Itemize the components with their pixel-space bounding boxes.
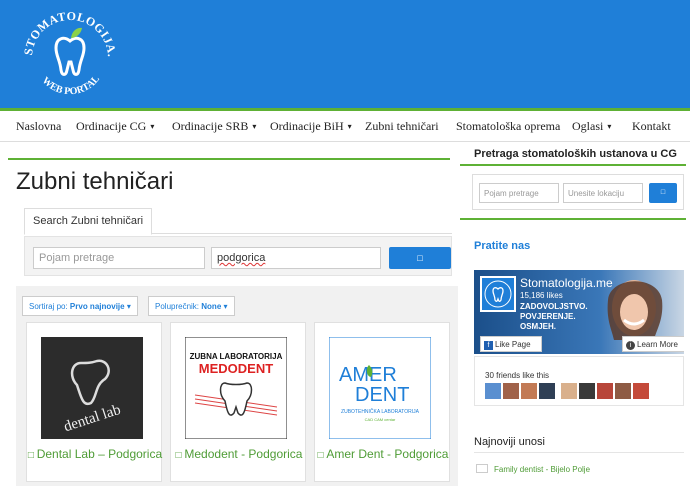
search-icon: □ <box>417 253 423 263</box>
divider <box>460 164 686 166</box>
site-header: STOMATOLOGIJA.ME WEB PORTAL <box>0 0 690 108</box>
chevron-down-icon: ▾ <box>223 302 228 311</box>
logo-ring-text: STOMATOLOGIJA.ME <box>18 8 119 58</box>
site-logo[interactable]: STOMATOLOGIJA.ME WEB PORTAL <box>18 8 122 102</box>
facebook-tagline: OSMJEH. <box>520 322 557 331</box>
svg-text:STOMATOLOGIJA.ME: STOMATOLOGIJA.ME <box>18 8 119 58</box>
svg-text:CAD CAM centar: CAD CAM centar <box>365 417 396 422</box>
nav-item-zubni-tehnicari[interactable]: Zubni tehničari <box>365 119 439 134</box>
tooth-icon <box>54 27 86 76</box>
chevron-down-icon: ▾ <box>150 122 155 131</box>
search-icon: □ <box>660 189 666 196</box>
friend-avatar[interactable] <box>539 383 555 399</box>
sidebar-search-input[interactable]: Pojam pretrage <box>479 183 559 203</box>
search-panel: Pojam pretrage podgorica □ <box>24 236 452 276</box>
chevron-down-icon: ▾ <box>252 122 257 131</box>
info-icon: i <box>626 341 635 350</box>
friend-avatar[interactable] <box>615 383 631 399</box>
card-title[interactable]: □ Medodent - Podgorica <box>171 447 307 463</box>
result-card[interactable]: dental lab □ Dental Lab – Podgorica <box>26 322 162 482</box>
nav-item-ordinacije-srb[interactable]: Ordinacije SRB ▾ <box>172 119 256 134</box>
facebook-page-name[interactable]: Stomatologija.me <box>520 276 613 290</box>
logo-bottom-text: WEB PORTAL <box>40 73 102 97</box>
friend-avatar[interactable] <box>485 383 501 399</box>
link-icon: □ <box>27 450 37 461</box>
sidebar-search-heading: Pretraga stomatoloških ustanova u CG <box>474 148 677 160</box>
chevron-down-icon: ▾ <box>607 122 612 131</box>
svg-text:ZUBOTEHNIČKA LABORATORIJA: ZUBOTEHNIČKA LABORATORIJA <box>341 408 420 415</box>
facebook-tagline: ZADOVOLJSTVO. <box>520 302 588 311</box>
facebook-likes: 15,186 likes <box>520 291 563 300</box>
page-title: Zubni tehničari <box>16 168 174 195</box>
friend-avatar[interactable] <box>561 383 577 399</box>
facebook-page-avatar[interactable] <box>480 276 516 312</box>
friend-avatar[interactable] <box>597 383 613 399</box>
dental-lab-thumbnail: dental lab <box>41 337 143 439</box>
thumbnail-icon <box>476 464 488 473</box>
card-title[interactable]: □ Amer Dent - Podgorica <box>315 447 451 463</box>
search-button[interactable]: □ <box>389 247 451 269</box>
tab-bar: Search Zubni tehničari <box>24 208 452 235</box>
nav-item-oglasi[interactable]: Oglasi ▾ <box>572 119 611 134</box>
divider <box>8 158 450 160</box>
divider <box>474 452 684 453</box>
result-card[interactable]: ZUBNA LABORATORIJA MEDODENT □ Medodent -… <box>170 322 306 482</box>
svg-text:WEB PORTAL: WEB PORTAL <box>40 73 102 97</box>
latest-entry[interactable]: Family dentist - Bijelo Polje <box>476 464 590 474</box>
sort-dropdown[interactable]: Sortiraj po: Prvo najnovije ▾ <box>22 296 138 316</box>
amer-dent-thumbnail: AMER DENT ZUBOTEHNIČKA LABORATORIJA CAD … <box>329 337 431 439</box>
medodent-thumbnail: ZUBNA LABORATORIJA MEDODENT <box>185 337 287 439</box>
card-title[interactable]: □ Dental Lab – Podgorica <box>27 447 163 463</box>
sidebar-search-panel: Pojam pretrage Unesite lokaciju □ <box>472 174 684 210</box>
svg-text:MEDODENT: MEDODENT <box>199 361 273 376</box>
nav-item-stomatoloska-oprema[interactable]: Stomatološka oprema <box>456 119 560 134</box>
friend-avatar[interactable] <box>503 383 519 399</box>
friend-avatar[interactable] <box>579 383 595 399</box>
radius-dropdown[interactable]: Poluprečnik: None ▾ <box>148 296 235 316</box>
like-page-button[interactable]: f Like Page <box>480 336 542 352</box>
nav-item-ordinacije-cg[interactable]: Ordinacije CG ▾ <box>76 119 154 134</box>
facebook-icon: f <box>484 341 493 350</box>
chevron-down-icon: ▾ <box>347 122 352 131</box>
svg-text:DENT: DENT <box>355 384 409 406</box>
learn-more-button[interactable]: i Learn More <box>622 336 684 352</box>
divider <box>460 218 686 220</box>
nav-item-kontakt[interactable]: Kontakt <box>632 119 671 134</box>
friend-avatar[interactable] <box>521 383 537 399</box>
facebook-widget[interactable]: Stomatologija.me 15,186 likes ZADOVOLJST… <box>474 270 684 354</box>
sidebar-location-input[interactable]: Unesite lokaciju <box>563 183 643 203</box>
friends-count: 30 friends like this <box>485 371 550 380</box>
main-nav: Naslovna Ordinacije CG ▾ Ordinacije SRB ▾ … <box>0 108 690 142</box>
follow-heading: Pratite nas <box>474 240 531 252</box>
friend-avatar[interactable] <box>633 383 649 399</box>
facebook-tagline: POVJERENJE. <box>520 312 576 321</box>
nav-item-ordinacije-bih[interactable]: Ordinacije BiH ▾ <box>270 119 352 134</box>
tooth-icon <box>484 280 512 308</box>
nav-item-naslovna[interactable]: Naslovna <box>16 119 61 134</box>
tab-search[interactable]: Search Zubni tehničari <box>24 208 153 235</box>
result-card[interactable]: AMER DENT ZUBOTEHNIČKA LABORATORIJA CAD … <box>314 322 450 482</box>
svg-text:ZUBNA LABORATORIJA: ZUBNA LABORATORIJA <box>190 352 283 361</box>
sidebar-search-button[interactable]: □ <box>649 183 677 203</box>
search-input[interactable]: Pojam pretrage <box>33 247 205 269</box>
latest-heading: Najnoviji unosi <box>474 436 545 448</box>
results-panel: Sortiraj po: Prvo najnovije ▾ Poluprečni… <box>16 286 458 486</box>
facebook-friends: 30 friends like this <box>474 356 684 406</box>
chevron-down-icon: ▾ <box>126 302 131 311</box>
location-input[interactable]: podgorica <box>211 247 381 269</box>
